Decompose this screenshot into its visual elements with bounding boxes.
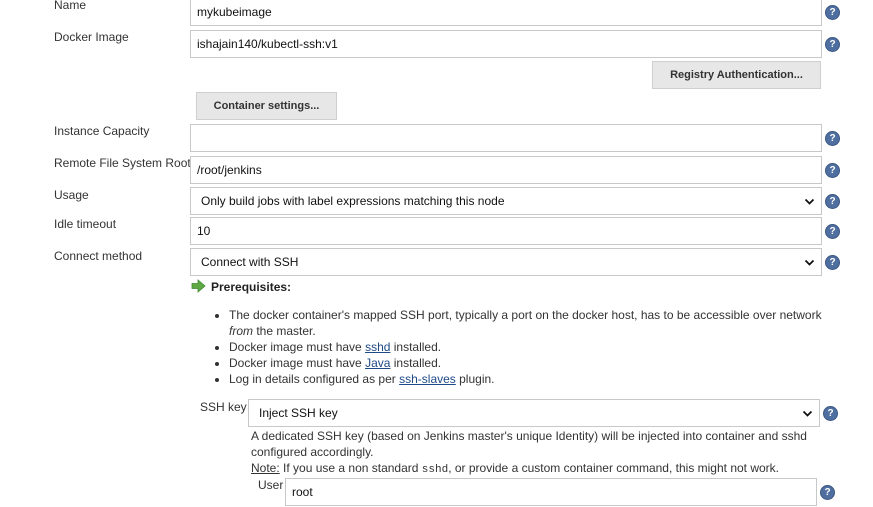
connect-method-label: Connect method: [54, 249, 143, 263]
help-icon[interactable]: ?: [825, 224, 840, 239]
connect-method-select[interactable]: Connect with SSH: [190, 248, 822, 276]
green-arrow-right-icon: [191, 279, 206, 293]
note-code: sshd: [421, 464, 449, 476]
prerequisites-title: Prerequisites:: [211, 280, 292, 294]
user-label: User: [258, 478, 284, 492]
ssh-key-select[interactable]: Inject SSH key: [248, 399, 820, 427]
docker-image-label: Docker Image: [54, 30, 129, 44]
usage-label: Usage: [54, 188, 89, 202]
registry-authentication-button[interactable]: Registry Authentication...: [652, 61, 821, 89]
docker-template-form: Name mykubeimage ? Docker Image ishajain…: [0, 0, 873, 507]
list-item: Docker image must have Java installed.: [229, 355, 839, 371]
list-item: Log in details configured as per ssh-sla…: [229, 371, 839, 387]
container-settings-button[interactable]: Container settings...: [196, 92, 337, 120]
prereq-text: Docker image must have: [229, 356, 366, 370]
prereq-text: installed.: [390, 340, 442, 354]
note-text: If you use a non standard: [279, 461, 422, 475]
prerequisites-list: The docker container's mapped SSH port, …: [214, 307, 839, 387]
help-icon[interactable]: ?: [825, 131, 840, 146]
ssh-key-label: SSH key: [200, 400, 247, 414]
docker-image-input[interactable]: ishajain140/kubectl-ssh:v1: [190, 30, 822, 58]
name-label: Name: [54, 0, 87, 12]
user-input[interactable]: root: [285, 478, 817, 506]
idle-timeout-label: Idle timeout: [54, 217, 117, 231]
idle-timeout-input[interactable]: 10: [190, 217, 822, 245]
prerequisites-list-container: The docker container's mapped SSH port, …: [214, 307, 839, 387]
instance-capacity-input[interactable]: [190, 124, 822, 152]
prereq-text: Docker image must have: [229, 340, 366, 354]
usage-select-value: Only build jobs with label expressions m…: [201, 194, 505, 208]
help-icon[interactable]: ?: [825, 194, 840, 209]
usage-select[interactable]: Only build jobs with label expressions m…: [190, 187, 822, 215]
help-icon[interactable]: ?: [825, 163, 840, 178]
ssh-slaves-link[interactable]: ssh-slaves: [399, 372, 456, 386]
java-link[interactable]: Java: [365, 356, 390, 370]
remote-fs-root-input[interactable]: /root/jenkins: [190, 156, 822, 184]
chevron-down-icon: [804, 259, 815, 266]
ssh-key-note: Note: If you use a non standard sshd, or…: [251, 460, 831, 478]
list-item: The docker container's mapped SSH port, …: [229, 307, 839, 339]
chevron-down-icon: [802, 410, 813, 417]
ssh-key-description: A dedicated SSH key (based on Jenkins ma…: [251, 429, 807, 459]
help-icon[interactable]: ?: [825, 37, 840, 52]
chevron-down-icon: [804, 198, 815, 205]
prereq-text: Log in details configured as per: [229, 372, 400, 386]
ssh-key-select-value: Inject SSH key: [259, 406, 338, 420]
remote-fs-root-label: Remote File System Root: [54, 156, 191, 170]
note-text: , or provide a custom container command,…: [448, 461, 780, 475]
sshd-link[interactable]: sshd: [365, 340, 390, 354]
help-icon[interactable]: ?: [825, 5, 840, 20]
help-icon[interactable]: ?: [825, 255, 840, 270]
prereq-text: installed.: [390, 356, 442, 370]
list-item: Docker image must have sshd installed.: [229, 339, 839, 355]
help-icon[interactable]: ?: [820, 485, 835, 500]
prereq-text: the master.: [253, 324, 316, 338]
help-icon[interactable]: ?: [823, 406, 838, 421]
prereq-text: The docker container's mapped SSH port, …: [229, 308, 822, 322]
note-label: Note:: [251, 461, 280, 475]
connect-method-select-value: Connect with SSH: [201, 255, 299, 269]
prereq-text: plugin.: [455, 372, 495, 386]
prereq-emphasis: from: [229, 324, 253, 338]
instance-capacity-label: Instance Capacity: [54, 124, 150, 138]
name-input[interactable]: mykubeimage: [190, 0, 822, 26]
